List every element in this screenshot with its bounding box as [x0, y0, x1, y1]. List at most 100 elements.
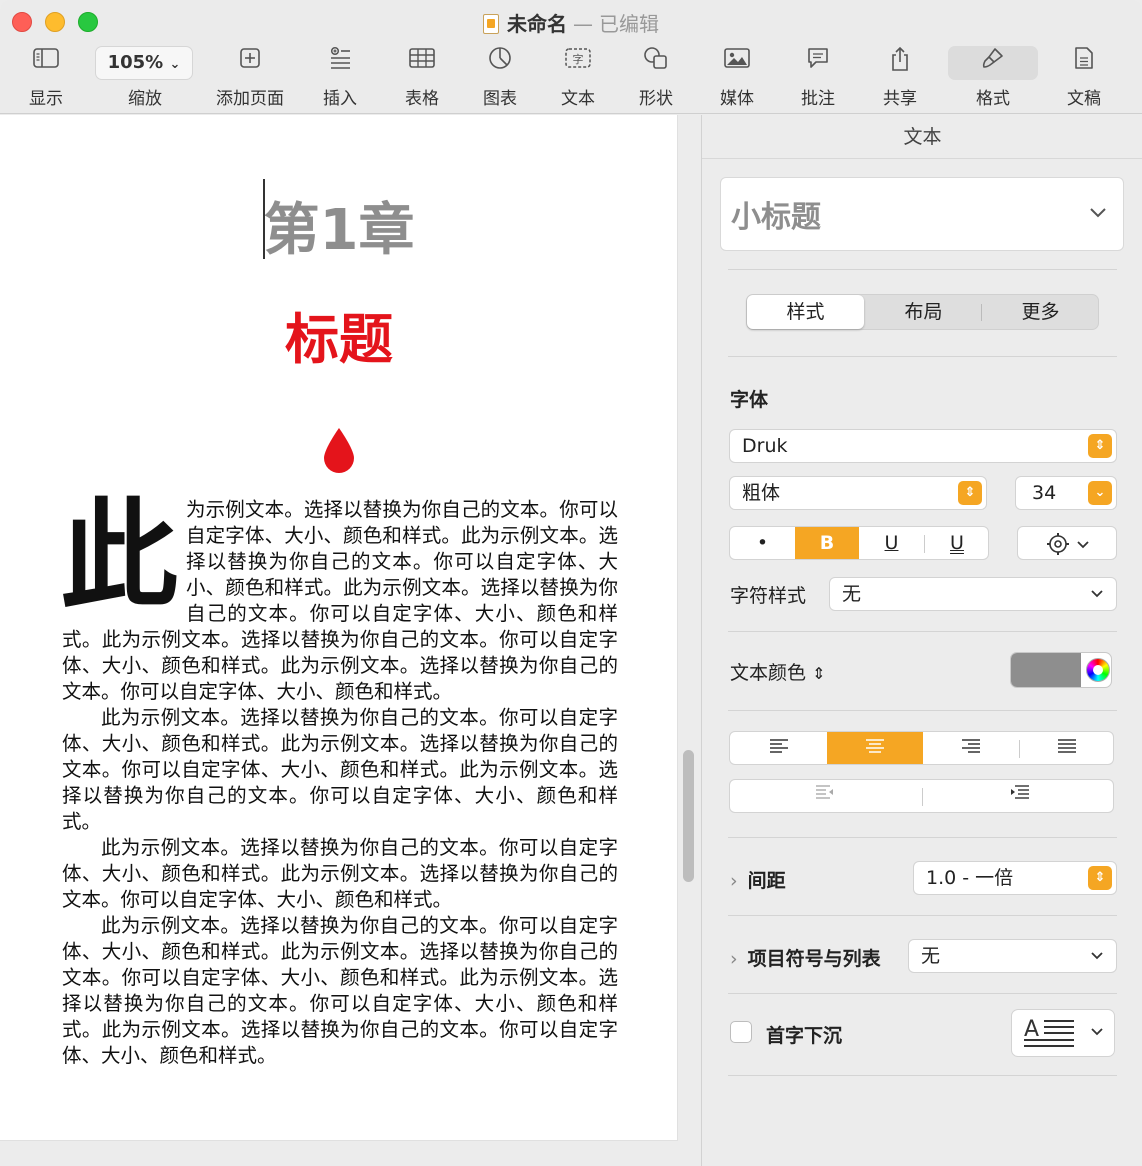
- title-separator: —: [573, 12, 593, 36]
- text-label: 文本: [561, 89, 595, 109]
- sidebar-header: 文本: [702, 115, 1142, 159]
- add-page-icon: [212, 46, 288, 80]
- format-label: 格式: [976, 89, 1010, 109]
- text-color-label[interactable]: 文本颜色 ⇕: [730, 658, 825, 685]
- chevron-right-icon: ›: [730, 870, 738, 892]
- italic-underline-button[interactable]: U: [859, 527, 924, 559]
- document-setup-icon: [1056, 46, 1112, 80]
- bold-button[interactable]: B: [795, 527, 859, 559]
- zoom-select[interactable]: 105% ⌄: [95, 46, 193, 80]
- toolbar: 未命名 — 已编辑 显示 105% ⌄ 缩放 添加页面 插入 表格 图表 字 文…: [0, 0, 1142, 114]
- drop-cap-character[interactable]: 此: [60, 497, 178, 627]
- up-down-chevron-icon: ⇕: [958, 481, 982, 505]
- divider: [728, 356, 1117, 357]
- up-down-chevron-icon: ⇕: [1088, 434, 1112, 458]
- spacing-select[interactable]: 1.0 - 一倍 ⇕: [913, 861, 1117, 895]
- align-left-button[interactable]: [730, 732, 827, 764]
- view-button[interactable]: 显示: [16, 46, 76, 109]
- body-text[interactable]: 此 为示例文本。选择以替换为你自己的文本。你可以自定字体、大小、颜色和样式。此为…: [60, 497, 618, 1069]
- divider: [728, 631, 1117, 632]
- text-color-label-text: 文本颜色: [730, 662, 807, 684]
- format-button[interactable]: 格式: [948, 46, 1038, 109]
- chevron-down-icon: [1090, 1022, 1104, 1041]
- text-box-button[interactable]: 字 文本: [550, 46, 606, 109]
- paintbrush-icon: [948, 46, 1038, 80]
- alignment-buttons: [729, 731, 1114, 765]
- media-button[interactable]: 媒体: [709, 46, 765, 109]
- font-name-value: Druk: [742, 435, 788, 457]
- bullets-disclosure[interactable]: › 项目符号与列表: [730, 944, 881, 971]
- chapter-title[interactable]: 第1章: [0, 185, 678, 266]
- font-size-field[interactable]: 34 ⌄: [1015, 476, 1117, 510]
- font-weight-select[interactable]: 粗体 ⇕: [729, 476, 987, 510]
- document-page[interactable]: 第1章 标题 此 为示例文本。选择以替换为你自己的文本。你可以自定字体、大小、颜…: [0, 115, 678, 1141]
- text-box-icon: 字: [550, 46, 606, 80]
- tab-more[interactable]: 更多: [982, 295, 1099, 329]
- color-wheel-icon[interactable]: [1086, 658, 1110, 682]
- zoom-label: 缩放: [128, 89, 162, 109]
- vertical-scrollbar[interactable]: [683, 750, 694, 882]
- paragraph-2[interactable]: 此为示例文本。选择以替换为你自己的文本。你可以自定字体、大小、颜色和样式。此为示…: [62, 705, 618, 835]
- increase-indent-button[interactable]: [923, 780, 1114, 812]
- chart-icon: [472, 46, 528, 80]
- zoom-value: 105%: [107, 52, 164, 73]
- document-heading[interactable]: 标题: [0, 295, 678, 374]
- more-text-options-button[interactable]: •: [730, 527, 795, 559]
- advanced-options-button[interactable]: [1017, 526, 1117, 560]
- tab-layout[interactable]: 布局: [865, 295, 982, 329]
- chevron-down-icon: [1076, 533, 1090, 555]
- chevron-down-icon: [1090, 940, 1104, 972]
- chart-button[interactable]: 图表: [472, 46, 528, 109]
- window-title: 未命名 — 已编辑: [0, 8, 1142, 37]
- drop-cap-checkbox[interactable]: [730, 1021, 752, 1043]
- spacing-label: 间距: [747, 870, 786, 892]
- character-style-select[interactable]: 无: [829, 577, 1117, 611]
- decrease-indent-button[interactable]: [730, 780, 922, 812]
- font-name-select[interactable]: Druk ⇕: [729, 429, 1117, 463]
- bullets-select[interactable]: 无: [908, 939, 1117, 973]
- table-icon: [394, 46, 450, 80]
- chevron-right-icon: ›: [730, 948, 738, 970]
- character-style-value: 无: [842, 583, 862, 605]
- document-icon: [483, 14, 499, 34]
- decrease-indent-icon: [816, 785, 833, 799]
- pages-window: 未命名 — 已编辑 显示 105% ⌄ 缩放 添加页面 插入 表格 图表 字 文…: [0, 0, 1142, 1166]
- align-right-button[interactable]: [923, 732, 1019, 764]
- align-center-button[interactable]: [827, 732, 923, 764]
- drop-cap-style-select[interactable]: A: [1011, 1009, 1115, 1057]
- add-page-button[interactable]: 添加页面: [212, 46, 288, 109]
- double-underline-button[interactable]: U: [925, 527, 989, 559]
- document-button[interactable]: 文稿: [1056, 46, 1112, 109]
- font-weight-value: 粗体: [742, 482, 781, 504]
- tab-style[interactable]: 样式: [747, 295, 864, 329]
- indent-buttons: [729, 779, 1114, 813]
- paragraph-style-select[interactable]: 小标题: [720, 177, 1124, 251]
- table-button[interactable]: 表格: [394, 46, 450, 109]
- chart-label: 图表: [483, 89, 517, 109]
- insert-button[interactable]: 插入: [312, 46, 368, 109]
- spacing-disclosure[interactable]: › 间距: [730, 866, 786, 893]
- red-drop-icon[interactable]: [322, 427, 356, 475]
- comment-button[interactable]: 批注: [790, 46, 846, 109]
- share-button[interactable]: 共享: [872, 46, 928, 109]
- chevron-down-icon: [1090, 578, 1104, 610]
- drop-cap-label: 首字下沉: [766, 1025, 843, 1047]
- media-label: 媒体: [720, 89, 754, 109]
- divider: [728, 710, 1117, 711]
- comment-label: 批注: [801, 89, 835, 109]
- justify-button[interactable]: [1020, 732, 1114, 764]
- shape-button[interactable]: 形状: [628, 46, 684, 109]
- divider: [728, 1075, 1117, 1076]
- align-center-icon: [866, 739, 884, 753]
- font-section-label: 字体: [730, 389, 769, 411]
- edit-status: 已编辑: [599, 12, 659, 36]
- view-label: 显示: [29, 89, 63, 109]
- color-swatch[interactable]: [1011, 653, 1081, 687]
- photo-icon: [709, 46, 765, 80]
- bullets-value: 无: [921, 945, 941, 967]
- zoom-control[interactable]: 105% ⌄ 缩放: [95, 46, 195, 109]
- text-color-well[interactable]: [1010, 652, 1112, 688]
- document-canvas[interactable]: 第1章 标题 此 为示例文本。选择以替换为你自己的文本。你可以自定字体、大小、颜…: [0, 115, 700, 1166]
- paragraph-4[interactable]: 此为示例文本。选择以替换为你自己的文本。你可以自定字体、大小、颜色和样式。此为示…: [62, 913, 618, 1069]
- paragraph-3[interactable]: 此为示例文本。选择以替换为你自己的文本。你可以自定字体、大小、颜色和样式。此为示…: [62, 835, 618, 913]
